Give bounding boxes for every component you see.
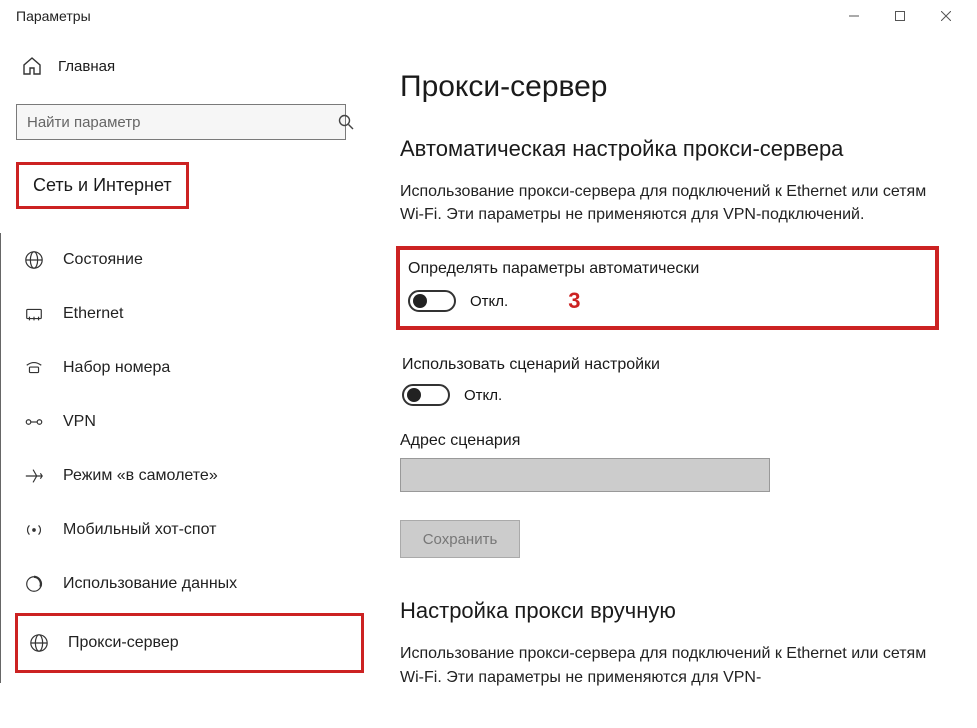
sidebar-item-vpn[interactable]: VPN (1, 395, 380, 449)
window-title: Параметры (8, 8, 91, 24)
sidebar-item-label: Использование данных (63, 575, 237, 593)
globe-icon (28, 632, 50, 654)
window-controls (831, 0, 969, 32)
use-script-state: Откл. (464, 387, 502, 404)
annotation-3: 3 (568, 288, 580, 314)
auto-detect-toggle[interactable] (408, 290, 456, 312)
sidebar-item-proxy[interactable]: Прокси-сервер (15, 613, 364, 673)
sidebar-item-status[interactable]: Состояние (1, 233, 380, 287)
auto-section-title: Автоматическая настройка прокси-сервера (400, 136, 949, 162)
sidebar-item-label: Состояние (63, 251, 143, 269)
data-usage-icon (23, 573, 45, 595)
sidebar: Главная Сеть и Интернет Состояние (0, 32, 380, 728)
hotspot-icon (23, 519, 45, 541)
sidebar-item-label: VPN (63, 413, 96, 431)
sidebar-nav: Состояние Ethernet Набор номера (0, 233, 380, 683)
script-address-label: Адрес сценария (400, 432, 949, 450)
auto-detect-state: Откл. (470, 293, 508, 310)
sidebar-item-label: Режим «в самолете» (63, 467, 218, 485)
vpn-icon (23, 411, 45, 433)
sidebar-item-home[interactable]: Главная (0, 46, 380, 86)
globe-icon (23, 249, 45, 271)
use-script-label: Использовать сценарий настройки (402, 356, 947, 374)
sidebar-item-dialup[interactable]: Набор номера (1, 341, 380, 395)
auto-detect-label: Определять параметры автоматически (408, 260, 927, 278)
sidebar-item-label: Мобильный хот-спот (63, 521, 216, 539)
save-button[interactable]: Сохранить (400, 520, 520, 558)
sidebar-item-label: Ethernet (63, 305, 123, 323)
manual-section-title: Настройка прокси вручную (400, 598, 949, 624)
minimize-button[interactable] (831, 0, 877, 32)
sidebar-item-airplane[interactable]: Режим «в самолете» (1, 449, 380, 503)
sidebar-item-hotspot[interactable]: Мобильный хот-спот (1, 503, 380, 557)
close-button[interactable] (923, 0, 969, 32)
search-input[interactable] (16, 104, 346, 140)
content-pane: Прокси-сервер Автоматическая настройка п… (380, 32, 977, 728)
use-script-block: Использовать сценарий настройки Откл. (400, 346, 949, 416)
ethernet-icon (23, 303, 45, 325)
settings-window: Параметры 1 2 Главная (0, 0, 977, 728)
maximize-button[interactable] (877, 0, 923, 32)
use-script-toggle[interactable] (402, 384, 450, 406)
search-icon (338, 114, 354, 130)
sidebar-item-label: Прокси-сервер (68, 634, 179, 652)
home-icon (22, 56, 42, 76)
sidebar-home-label: Главная (58, 58, 115, 75)
save-button-label: Сохранить (423, 531, 498, 548)
manual-section-desc: Использование прокси-сервера для подключ… (400, 642, 949, 688)
page-title: Прокси-сервер (400, 70, 949, 104)
search-wrap (16, 104, 364, 140)
titlebar: Параметры (0, 0, 977, 32)
sidebar-category[interactable]: Сеть и Интернет (16, 162, 189, 209)
airplane-icon (23, 465, 45, 487)
sidebar-item-label: Набор номера (63, 359, 170, 377)
dialup-icon (23, 357, 45, 379)
sidebar-item-ethernet[interactable]: Ethernet (1, 287, 380, 341)
auto-section-desc: Использование прокси-сервера для подключ… (400, 180, 949, 226)
script-address-input[interactable] (400, 458, 770, 492)
auto-detect-block: Определять параметры автоматически Откл.… (396, 246, 939, 330)
sidebar-item-datausage[interactable]: Использование данных (1, 557, 380, 611)
